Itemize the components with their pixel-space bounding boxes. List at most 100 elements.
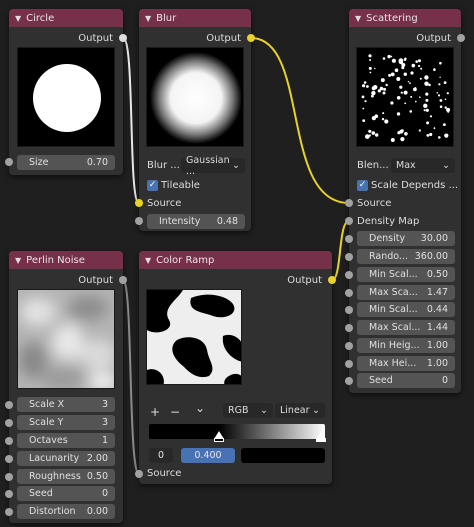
chevron-down-icon[interactable]: ▼: [355, 14, 361, 23]
scattering-output-socket[interactable]: [457, 34, 465, 42]
stop-position-field[interactable]: 0.400: [181, 448, 235, 463]
field-value: 3: [101, 399, 108, 410]
stop-color-swatch[interactable]: [241, 448, 325, 463]
remove-stop-button[interactable]: −: [170, 405, 180, 419]
perlin-field[interactable]: Roughness 0.50: [17, 469, 115, 484]
stop-index-field[interactable]: 0: [149, 448, 173, 463]
field-label: Distortion: [29, 506, 76, 517]
circle-node-header[interactable]: ▼ Circle: [9, 9, 123, 27]
scattering-field[interactable]: Min Heig... 1.00: [357, 338, 455, 353]
chevron-down-icon[interactable]: ▼: [145, 14, 151, 23]
field-value: 3: [101, 417, 108, 428]
add-stop-button[interactable]: +: [150, 405, 160, 419]
perlin-node-header[interactable]: ▼ Perlin Noise: [9, 251, 123, 269]
perlin-field-socket[interactable]: [5, 490, 13, 498]
scattering-field-socket[interactable]: [345, 324, 353, 332]
scattering-field[interactable]: Max Sca... 1.47: [357, 285, 455, 300]
field-value: 0.00: [86, 506, 108, 517]
scattering-field[interactable]: Density 30.00: [357, 231, 455, 246]
perlin-output-socket[interactable]: [119, 276, 127, 284]
field-label: Seed: [369, 375, 393, 386]
blur-type-value: Gaussian ...: [186, 154, 230, 177]
field-value: 0: [101, 488, 108, 499]
scale-depends-label: Scale Depends ...: [371, 180, 459, 191]
chevron-down-icon[interactable]: ▼: [145, 256, 151, 265]
perlin-field[interactable]: Octaves 1: [17, 433, 115, 448]
circle-node[interactable]: ▼ Circle Output Size 0.70: [9, 9, 123, 175]
scale-depends-checkbox[interactable]: ✓: [357, 180, 368, 191]
scattering-node-header[interactable]: ▼ Scattering: [349, 9, 461, 27]
scattering-field[interactable]: Min Scal... 0.44: [357, 302, 455, 317]
density-map-socket[interactable]: [345, 217, 353, 225]
scattering-field-socket[interactable]: [345, 377, 353, 385]
scattering-field-socket[interactable]: [345, 360, 353, 368]
stop-position-value: 0.400: [194, 450, 222, 461]
field-value: 1.00: [426, 340, 448, 351]
chevron-down-icon: ⌄: [312, 405, 320, 416]
gradient-bar[interactable]: [149, 424, 325, 439]
scattering-field-socket[interactable]: [345, 253, 353, 261]
perlin-field-socket[interactable]: [5, 508, 13, 516]
scattering-field[interactable]: Max Hei... 1.00: [357, 356, 455, 371]
scattering-node[interactable]: ▼ Scattering Output Blen... Max ⌄ ✓ Scal…: [349, 9, 461, 393]
interpolation-select[interactable]: Linear ⌄: [275, 403, 325, 418]
field-value: 1.47: [426, 287, 448, 298]
perlin-noise-node[interactable]: ▼ Perlin Noise Output Scale X3 Scale Y3 …: [9, 251, 123, 523]
interpolation-value: Linear: [280, 405, 310, 416]
tileable-label: Tileable: [161, 180, 200, 191]
scattering-field[interactable]: Seed 0: [357, 373, 455, 388]
perlin-field[interactable]: Seed 0: [17, 486, 115, 501]
circle-size-socket[interactable]: [5, 158, 13, 166]
link-circle-to-blur: [122, 37, 140, 204]
scattering-field[interactable]: Max Scal... 1.44: [357, 320, 455, 335]
color-ramp-source-label: Source: [147, 468, 182, 479]
scattering-field[interactable]: Rando... 360.00: [357, 249, 455, 264]
perlin-field[interactable]: Scale X 3: [17, 397, 115, 412]
perlin-field-socket[interactable]: [5, 455, 13, 463]
color-ramp-output-label: Output: [287, 275, 322, 286]
color-ramp-output-socket[interactable]: [328, 276, 336, 284]
scattering-field-socket[interactable]: [345, 342, 353, 350]
blur-output-socket[interactable]: [247, 34, 255, 42]
scattering-field-socket[interactable]: [345, 289, 353, 297]
scattering-field[interactable]: Min Scal... 0.50: [357, 267, 455, 282]
color-ramp-node[interactable]: ▼ Color Ramp Output + − ⌄ RGB ⌄ Linear ⌄…: [139, 251, 332, 484]
color-mode-select[interactable]: RGB ⌄: [223, 403, 273, 418]
circle-output-socket[interactable]: [119, 34, 127, 42]
perlin-field-socket[interactable]: [5, 401, 13, 409]
blend-select[interactable]: Max ⌄: [391, 158, 455, 173]
color-ramp-source-socket[interactable]: [135, 470, 143, 478]
perlin-field-socket[interactable]: [5, 419, 13, 427]
blur-output-label: Output: [206, 33, 241, 44]
color-ramp-node-header[interactable]: ▼ Color Ramp: [139, 251, 332, 269]
field-label: Size: [29, 157, 49, 168]
perlin-field[interactable]: Lacunarity 2.00: [17, 451, 115, 466]
blur-intensity-socket[interactable]: [135, 217, 143, 225]
tileable-checkbox[interactable]: ✓: [147, 180, 158, 191]
blur-node-header[interactable]: ▼ Blur: [139, 9, 251, 27]
field-value: 1: [101, 435, 108, 446]
perlin-field[interactable]: Distortion 0.00: [17, 504, 115, 519]
circle-size-field[interactable]: Size 0.70: [17, 155, 115, 170]
blur-source-label: Source: [147, 198, 182, 209]
ramp-menu-icon[interactable]: ⌄: [195, 401, 205, 415]
chevron-down-icon[interactable]: ▼: [15, 14, 21, 23]
perlin-field-socket[interactable]: [5, 437, 13, 445]
chevron-down-icon: ⌄: [232, 160, 240, 171]
chevron-down-icon[interactable]: ▼: [15, 256, 21, 265]
stop-index-value: 0: [157, 450, 165, 461]
blur-intensity-field[interactable]: Intensity 0.48: [147, 214, 245, 229]
field-label: Max Scal...: [369, 322, 421, 333]
blur-source-socket[interactable]: [135, 199, 143, 207]
perlin-field-socket[interactable]: [5, 473, 13, 481]
scattering-field-socket[interactable]: [345, 235, 353, 243]
blur-node[interactable]: ▼ Blur Output Blur ... Gaussian ... ⌄ ✓ …: [139, 9, 251, 231]
scattering-source-socket[interactable]: [345, 199, 353, 207]
circle-preview: [17, 47, 115, 147]
perlin-field[interactable]: Scale Y 3: [17, 415, 115, 430]
scattering-field-socket[interactable]: [345, 271, 353, 279]
field-label: Max Sca...: [369, 287, 418, 298]
blur-type-select[interactable]: Gaussian ... ⌄: [181, 155, 245, 177]
field-label: Seed: [29, 488, 53, 499]
scattering-field-socket[interactable]: [345, 306, 353, 314]
